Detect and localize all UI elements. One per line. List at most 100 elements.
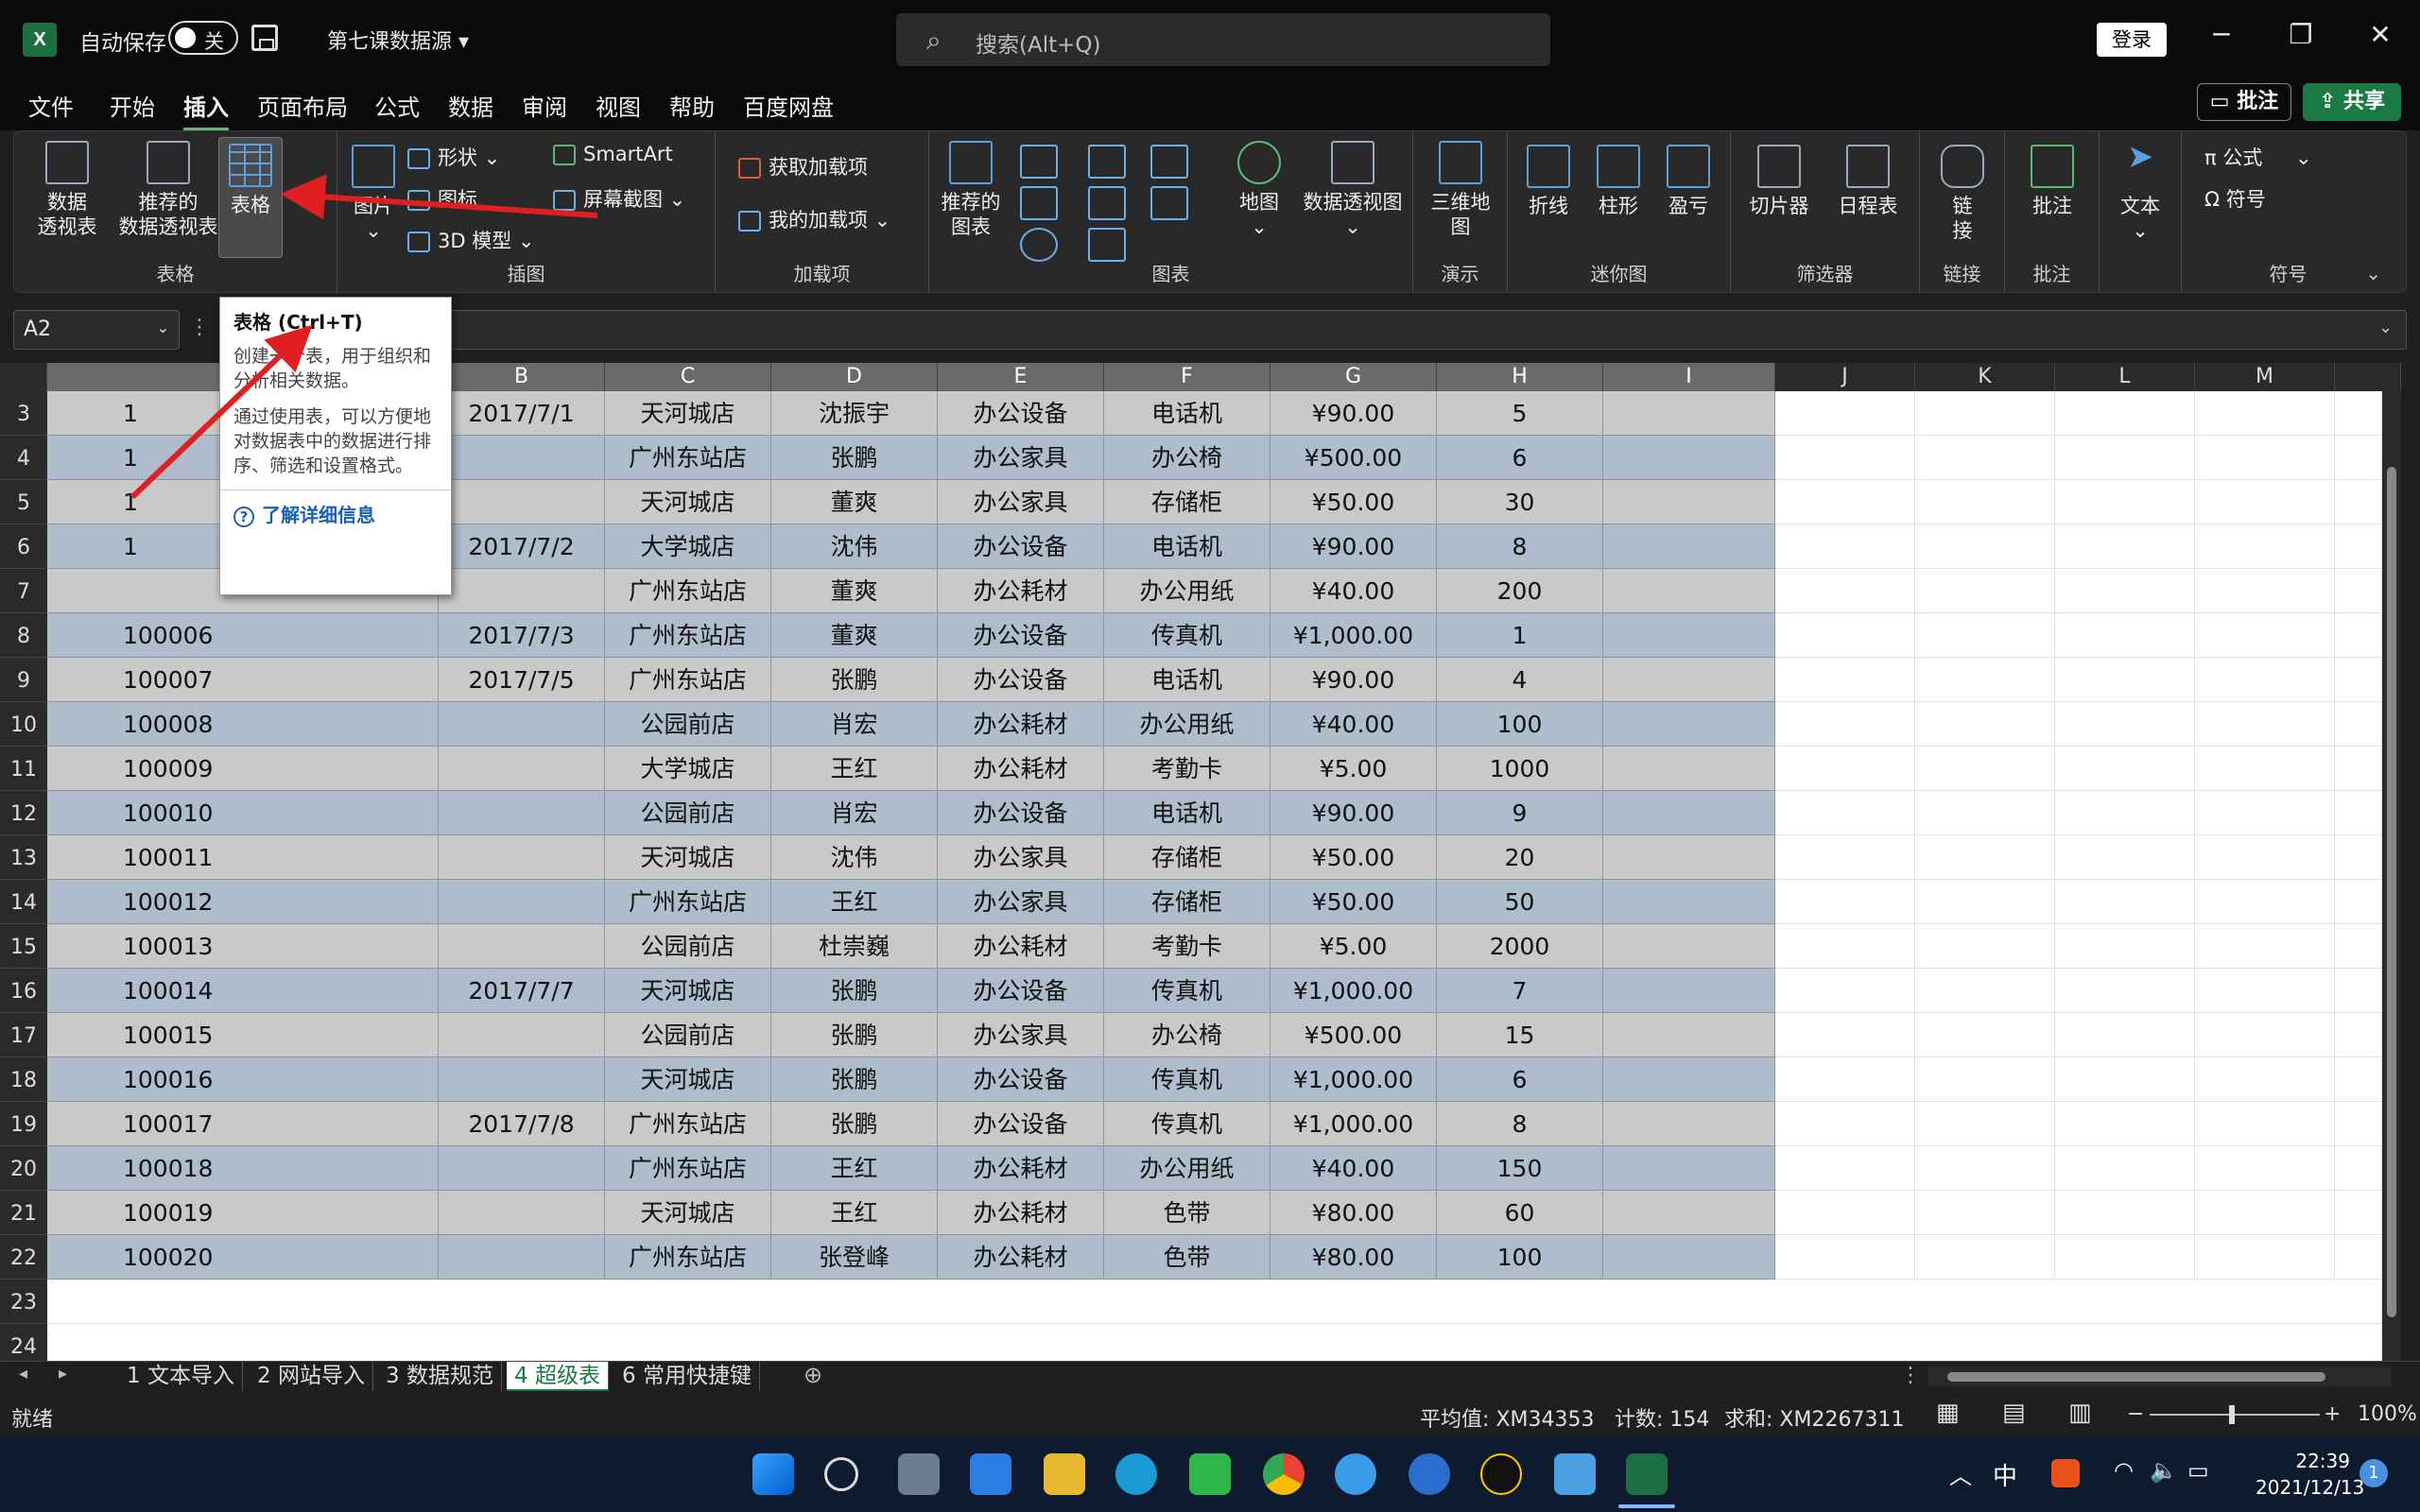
empty-cell[interactable]: [1775, 658, 1915, 702]
cell-e[interactable]: 办公家具: [938, 835, 1104, 880]
file-explorer-icon[interactable]: [1044, 1453, 1085, 1495]
menu-insert[interactable]: 插入: [183, 89, 229, 131]
recommended-pivot-button[interactable]: 推荐的 数据透视表: [109, 141, 228, 239]
cell-h[interactable]: 30: [1437, 480, 1603, 524]
cell-a[interactable]: 100015: [47, 1013, 439, 1057]
row-header[interactable]: 9: [0, 658, 47, 702]
recommended-charts-button[interactable]: 推荐的 图表: [935, 141, 1007, 239]
cell-d[interactable]: 肖宏: [771, 791, 938, 835]
cell-g[interactable]: ¥5.00: [1270, 924, 1437, 969]
cell-d[interactable]: 张鹏: [771, 436, 938, 480]
cell-d[interactable]: 张鹏: [771, 658, 938, 702]
cell-g[interactable]: ¥50.00: [1270, 835, 1437, 880]
row-header[interactable]: 4: [0, 436, 47, 480]
cell-f[interactable]: 办公椅: [1104, 1013, 1270, 1057]
cell-h[interactable]: 15: [1437, 1013, 1603, 1057]
slicer-button[interactable]: 切片器: [1737, 145, 1822, 218]
cell-e[interactable]: 办公设备: [938, 524, 1104, 569]
search-box[interactable]: ⌕ 搜索(Alt+Q): [896, 13, 1550, 66]
collapse-ribbon-icon[interactable]: ⌄: [2365, 262, 2381, 284]
column-header-l[interactable]: L: [2055, 363, 2195, 391]
widgets-icon[interactable]: [970, 1453, 1011, 1495]
cell-c[interactable]: 天河城店: [605, 1191, 771, 1235]
cell-c[interactable]: 广州东站店: [605, 613, 771, 658]
cell-d[interactable]: 张鹏: [771, 1013, 938, 1057]
cell-g[interactable]: ¥50.00: [1270, 480, 1437, 524]
cell-h[interactable]: 5: [1437, 391, 1603, 436]
empty-cell[interactable]: [2195, 702, 2335, 747]
column-header-e[interactable]: E: [938, 363, 1104, 391]
cell-e[interactable]: 办公设备: [938, 791, 1104, 835]
empty-cell[interactable]: [2335, 702, 2382, 747]
cell-a[interactable]: 100012: [47, 880, 439, 924]
cell-b[interactable]: 2017/7/5: [439, 658, 605, 702]
row-header[interactable]: 16: [0, 969, 47, 1013]
empty-cell[interactable]: [1915, 702, 2055, 747]
cell-i[interactable]: [1603, 1057, 1775, 1102]
cell-d[interactable]: 王红: [771, 1191, 938, 1235]
name-box[interactable]: A2 ⌄: [13, 310, 180, 350]
cell-a[interactable]: 100016: [47, 1057, 439, 1102]
zoom-level[interactable]: 100%: [2358, 1402, 2417, 1426]
empty-cell[interactable]: [1915, 658, 2055, 702]
cell-e[interactable]: 办公耗材: [938, 1191, 1104, 1235]
formula-input[interactable]: [435, 310, 2407, 350]
cell-g[interactable]: ¥80.00: [1270, 1191, 1437, 1235]
cell-i[interactable]: [1603, 391, 1775, 436]
empty-cell[interactable]: [1915, 391, 2055, 436]
empty-cell[interactable]: [2335, 569, 2382, 613]
share-button[interactable]: ⇪ 共享: [2303, 83, 2401, 121]
page-break-view-icon[interactable]: ▥: [2068, 1399, 2092, 1427]
cell-d[interactable]: 沈伟: [771, 835, 938, 880]
empty-cell[interactable]: [2335, 1057, 2382, 1102]
status-sum[interactable]: 求和: XM2267311: [1724, 1402, 1904, 1433]
empty-cell[interactable]: [2335, 791, 2382, 835]
empty-cell[interactable]: [2335, 1146, 2382, 1191]
empty-cell[interactable]: [2335, 1013, 2382, 1057]
cell-a[interactable]: 100009: [47, 747, 439, 791]
empty-cell[interactable]: [1915, 747, 2055, 791]
hierarchy-chart-icon[interactable]: [1088, 145, 1126, 179]
empty-cell[interactable]: [2195, 658, 2335, 702]
empty-cell[interactable]: [2055, 1235, 2195, 1280]
sheet-tab-2[interactable]: 2 网站导入: [250, 1362, 373, 1392]
cell-d[interactable]: 王红: [771, 747, 938, 791]
cell-c[interactable]: 广州东站店: [605, 658, 771, 702]
empty-cell[interactable]: [2195, 524, 2335, 569]
wifi-icon[interactable]: ◠: [2114, 1457, 2134, 1484]
empty-cell[interactable]: [1915, 1146, 2055, 1191]
cell-d[interactable]: 张鹏: [771, 1102, 938, 1146]
empty-cell[interactable]: [1775, 569, 1915, 613]
empty-cell[interactable]: [2195, 969, 2335, 1013]
empty-cell[interactable]: [2195, 613, 2335, 658]
empty-cell[interactable]: [1915, 1191, 2055, 1235]
cell-g[interactable]: ¥1,000.00: [1270, 1102, 1437, 1146]
empty-cell[interactable]: [2195, 924, 2335, 969]
cell-e[interactable]: 办公耗材: [938, 1235, 1104, 1280]
empty-cell[interactable]: [1915, 613, 2055, 658]
cell-i[interactable]: [1603, 702, 1775, 747]
cell-b[interactable]: [439, 1235, 605, 1280]
empty-cell[interactable]: [2335, 524, 2382, 569]
cell-c[interactable]: 公园前店: [605, 702, 771, 747]
cell-g[interactable]: ¥80.00: [1270, 1235, 1437, 1280]
sparkline-winloss-button[interactable]: 盈亏: [1655, 145, 1721, 218]
empty-cell[interactable]: [2335, 1191, 2382, 1235]
empty-cell[interactable]: [1775, 1057, 1915, 1102]
cell-b[interactable]: [439, 480, 605, 524]
empty-cell[interactable]: [2055, 969, 2195, 1013]
cell-b[interactable]: [439, 747, 605, 791]
empty-cell[interactable]: [1775, 791, 1915, 835]
timeline-button[interactable]: 日程表: [1825, 145, 1910, 218]
chrome-icon[interactable]: [1263, 1453, 1305, 1495]
cell-b[interactable]: [439, 880, 605, 924]
column-header-c[interactable]: C: [605, 363, 771, 391]
empty-cell[interactable]: [2055, 1057, 2195, 1102]
empty-cell[interactable]: [2055, 1013, 2195, 1057]
empty-cell[interactable]: [2195, 1057, 2335, 1102]
horizontal-scrollbar[interactable]: [1928, 1367, 2392, 1386]
empty-cell[interactable]: [1775, 524, 1915, 569]
screenshot-button[interactable]: 屏幕截图 ⌄: [553, 184, 685, 213]
prev-sheet-icon[interactable]: ◂: [19, 1364, 27, 1383]
empty-cell[interactable]: [2335, 747, 2382, 791]
